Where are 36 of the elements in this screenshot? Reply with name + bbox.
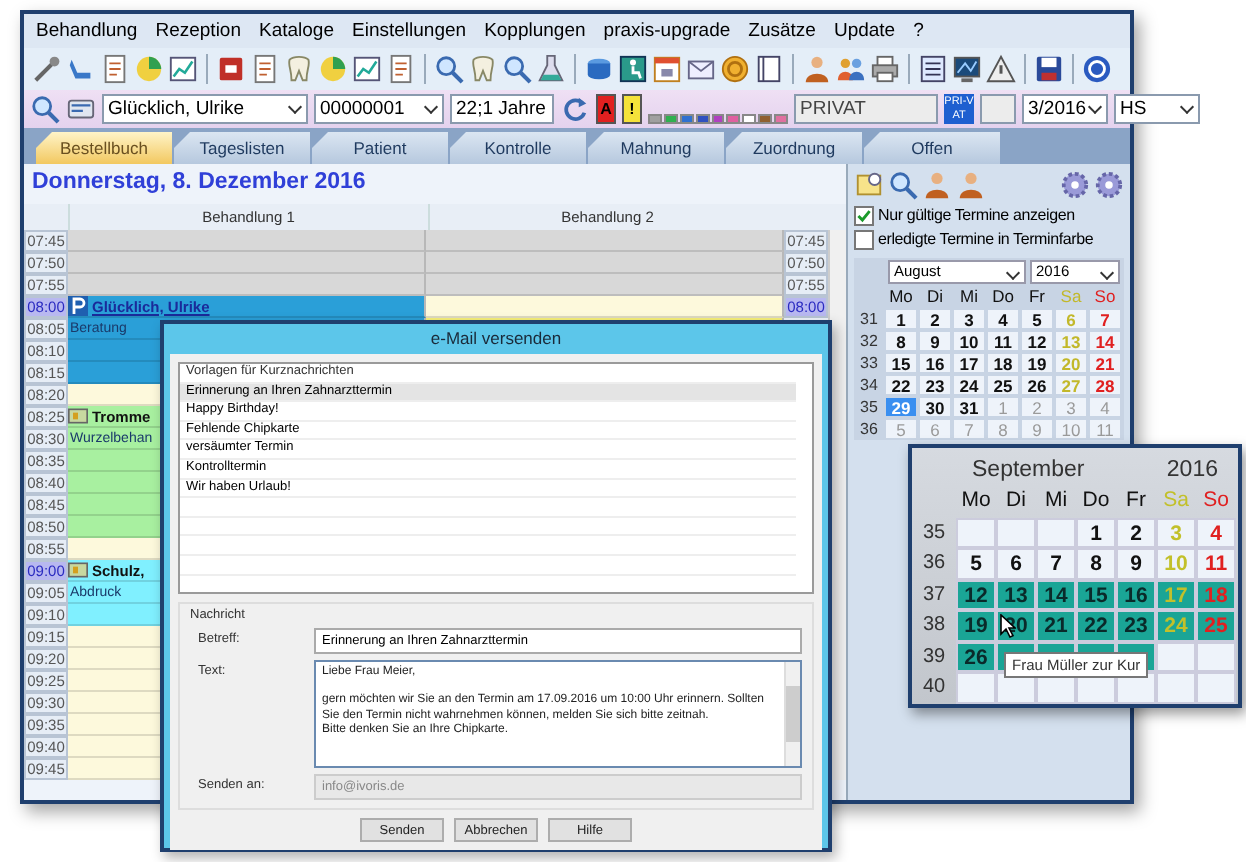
insurance-field: PRIVAT [794,94,938,124]
week-number: 33 [858,352,880,374]
weekday-label: Mi [1042,486,1070,516]
weekday-label: Mi [958,286,980,308]
weekday-label: Mo [959,486,993,516]
weekday-label: So [1092,286,1118,308]
date-heading: Donnerstag, 8. Dezember 2016 [30,168,368,198]
week-number: 39 [920,643,948,671]
dialog-title: e-Mail versenden [428,326,564,352]
flag-badge: ! [622,94,642,124]
weekday-label: Do [1080,486,1112,516]
weekday-label: Di [924,286,946,308]
checkbox-label: Nur gültige Termine anzeigen [878,206,1075,224]
weekday-label: Sa [1161,486,1191,516]
week-number: 40 [920,674,948,702]
weekday-label: Mo [887,286,915,308]
weekday-label: Do [990,286,1016,308]
month-label: September [972,457,1085,481]
weekday-label: So [1201,486,1231,516]
week-number: 34 [858,374,880,396]
checkbox-label: erledigte Termine in Terminfarbe [878,230,1094,248]
weekday-label: Sa [1058,286,1084,308]
week-number: 35 [920,519,948,547]
week-number: 38 [920,612,948,640]
weekday-label: Fr [1026,286,1048,308]
weekday-label: Fr [1124,486,1148,516]
week-number: 36 [858,418,880,440]
age-field: 22;1 Jahre [450,94,554,124]
week-number: 37 [920,581,948,609]
week-number: 31 [858,308,880,330]
flag-badge: A [596,94,616,124]
week-number: 32 [858,330,880,352]
year-label: 2016 [1166,457,1218,481]
weekday-label: Di [1004,486,1028,516]
week-number: 35 [858,396,880,418]
week-number: 36 [920,550,948,578]
